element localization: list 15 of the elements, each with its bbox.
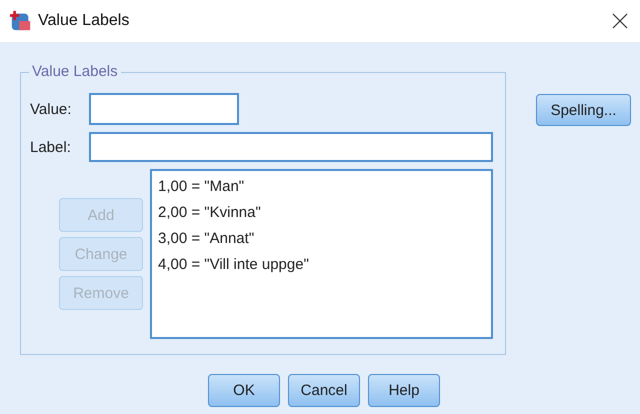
close-icon[interactable] [612, 13, 628, 29]
list-item[interactable]: 4,00 = "Vill inte uppge" [158, 252, 485, 278]
field-label: Label: [30, 138, 72, 156]
list-item[interactable]: 1,00 = "Man" [158, 174, 485, 200]
input-field[interactable] [89, 93, 239, 125]
spelling-button[interactable]: Spelling... [536, 94, 631, 126]
field-label: Value: [30, 100, 72, 118]
app-icon [10, 10, 32, 32]
list-item[interactable]: 3,00 = "Annat" [158, 226, 485, 252]
input-field[interactable] [89, 132, 493, 162]
window-title: Value Labels [38, 12, 130, 30]
dialog-button[interactable]: Cancel [288, 374, 360, 407]
dialog-button[interactable]: OK [208, 374, 280, 407]
dialog-button[interactable]: Help [368, 374, 440, 407]
list-item[interactable]: 2,00 = "Kvinna" [158, 200, 485, 226]
